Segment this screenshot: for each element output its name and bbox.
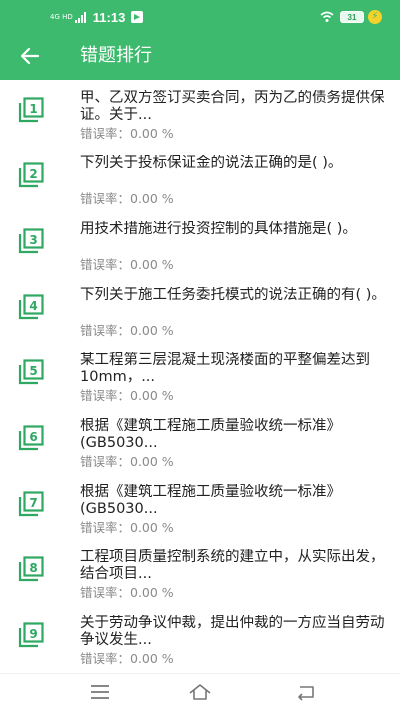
stacked-number-icon: 8 bbox=[18, 556, 44, 582]
question-text: 工程项目质量控制系统的建立中，从实际出发，结合项目... bbox=[80, 549, 385, 582]
back-icon[interactable] bbox=[294, 682, 318, 702]
status-right: 31 ⚡ bbox=[320, 9, 382, 25]
rank-number: 1 bbox=[29, 102, 37, 116]
page-title: 错题排行 bbox=[80, 45, 152, 66]
stacked-number-icon: 2 bbox=[18, 162, 44, 188]
error-rate: 错误率：0.00 % bbox=[80, 585, 174, 600]
wrong-question-list: 1 甲、乙双方签订买卖合同，丙为乙的债务提供保证。关于... 错误率：0.00 … bbox=[0, 80, 400, 673]
rank-number: 7 bbox=[29, 496, 37, 510]
stacked-number-icon: 4 bbox=[18, 294, 44, 320]
list-item[interactable]: 5 某工程第三层混凝土现浇楼面的平整偏差达到10mm，... 错误率：0.00 … bbox=[0, 352, 400, 418]
status-left: 4G HD 11:13 bbox=[50, 8, 144, 26]
rank-number: 5 bbox=[29, 364, 37, 378]
rank-number: 9 bbox=[29, 627, 37, 641]
status-time: 11:13 bbox=[92, 9, 126, 25]
signal-icon bbox=[74, 11, 87, 23]
app-bar: 错题排行 bbox=[0, 32, 400, 80]
error-rate: 错误率：0.00 % bbox=[80, 126, 174, 141]
stacked-number-icon: 3 bbox=[18, 228, 44, 254]
list-item[interactable]: 1 甲、乙双方签订买卖合同，丙为乙的债务提供保证。关于... 错误率：0.00 … bbox=[0, 90, 400, 156]
stacked-number-icon: 6 bbox=[18, 425, 44, 451]
error-rate: 错误率：0.00 % bbox=[80, 191, 174, 206]
menu-icon[interactable] bbox=[88, 682, 112, 702]
rank-number: 3 bbox=[29, 233, 37, 247]
question-text: 用技术措施进行投资控制的具体措施是( )。 bbox=[80, 221, 357, 237]
question-text: 甲、乙双方签订买卖合同，丙为乙的债务提供保证。关于... bbox=[80, 90, 385, 123]
battery-level: 31 bbox=[347, 12, 357, 22]
rank-number: 8 bbox=[29, 561, 37, 575]
question-text: 根据《建筑工程施工质量验收统一标准》(GB5030... bbox=[80, 484, 341, 517]
list-item[interactable]: 2 下列关于投标保证金的说法正确的是( )。 错误率：0.00 % bbox=[0, 155, 400, 221]
error-rate: 错误率：0.00 % bbox=[80, 257, 174, 272]
error-rate: 错误率：0.00 % bbox=[80, 520, 174, 535]
charging-icon: ⚡ bbox=[368, 10, 382, 24]
rank-number: 6 bbox=[29, 430, 37, 444]
stacked-number-icon: 1 bbox=[18, 97, 44, 123]
stacked-number-icon: 5 bbox=[18, 359, 44, 385]
battery-icon: 31 bbox=[340, 11, 364, 23]
telegram-icon bbox=[131, 11, 144, 23]
system-nav-bar bbox=[0, 673, 400, 711]
question-text: 根据《建筑工程施工质量验收统一标准》(GB5030... bbox=[80, 418, 341, 451]
question-text: 下列关于施工任务委托模式的说法正确的有( )。 bbox=[80, 287, 386, 303]
error-rate: 错误率：0.00 % bbox=[80, 323, 174, 338]
error-rate: 错误率：0.00 % bbox=[80, 388, 174, 403]
arrow-left-icon[interactable] bbox=[18, 44, 42, 68]
list-item[interactable]: 3 用技术措施进行投资控制的具体措施是( )。 错误率：0.00 % bbox=[0, 221, 400, 287]
error-rate: 错误率：0.00 % bbox=[80, 454, 174, 469]
question-text: 某工程第三层混凝土现浇楼面的平整偏差达到10mm，... bbox=[80, 352, 370, 385]
rank-number: 4 bbox=[29, 299, 37, 313]
rank-number: 2 bbox=[29, 167, 37, 181]
error-rate: 错误率：0.00 % bbox=[80, 651, 174, 666]
status-bar: 4G HD 11:13 31 ⚡ bbox=[0, 0, 400, 32]
question-text: 关于劳动争议仲裁，提出仲裁的一方应当自劳动争议发生... bbox=[80, 615, 385, 648]
list-item[interactable]: 9 关于劳动争议仲裁，提出仲裁的一方应当自劳动争议发生... 错误率：0.00 … bbox=[0, 615, 400, 673]
home-icon[interactable] bbox=[188, 682, 212, 702]
list-item[interactable]: 7 根据《建筑工程施工质量验收统一标准》(GB5030... 错误率：0.00 … bbox=[0, 484, 400, 550]
stacked-number-icon: 7 bbox=[18, 491, 44, 517]
wifi-icon bbox=[320, 11, 334, 22]
question-text: 下列关于投标保证金的说法正确的是( )。 bbox=[80, 155, 343, 171]
list-item[interactable]: 4 下列关于施工任务委托模式的说法正确的有( )。 错误率：0.00 % bbox=[0, 287, 400, 353]
list-item[interactable]: 6 根据《建筑工程施工质量验收统一标准》(GB5030... 错误率：0.00 … bbox=[0, 418, 400, 484]
list-item[interactable]: 8 工程项目质量控制系统的建立中，从实际出发，结合项目... 错误率：0.00 … bbox=[0, 549, 400, 615]
stacked-number-icon: 9 bbox=[18, 622, 44, 648]
network-label: 4G HD bbox=[50, 12, 73, 21]
